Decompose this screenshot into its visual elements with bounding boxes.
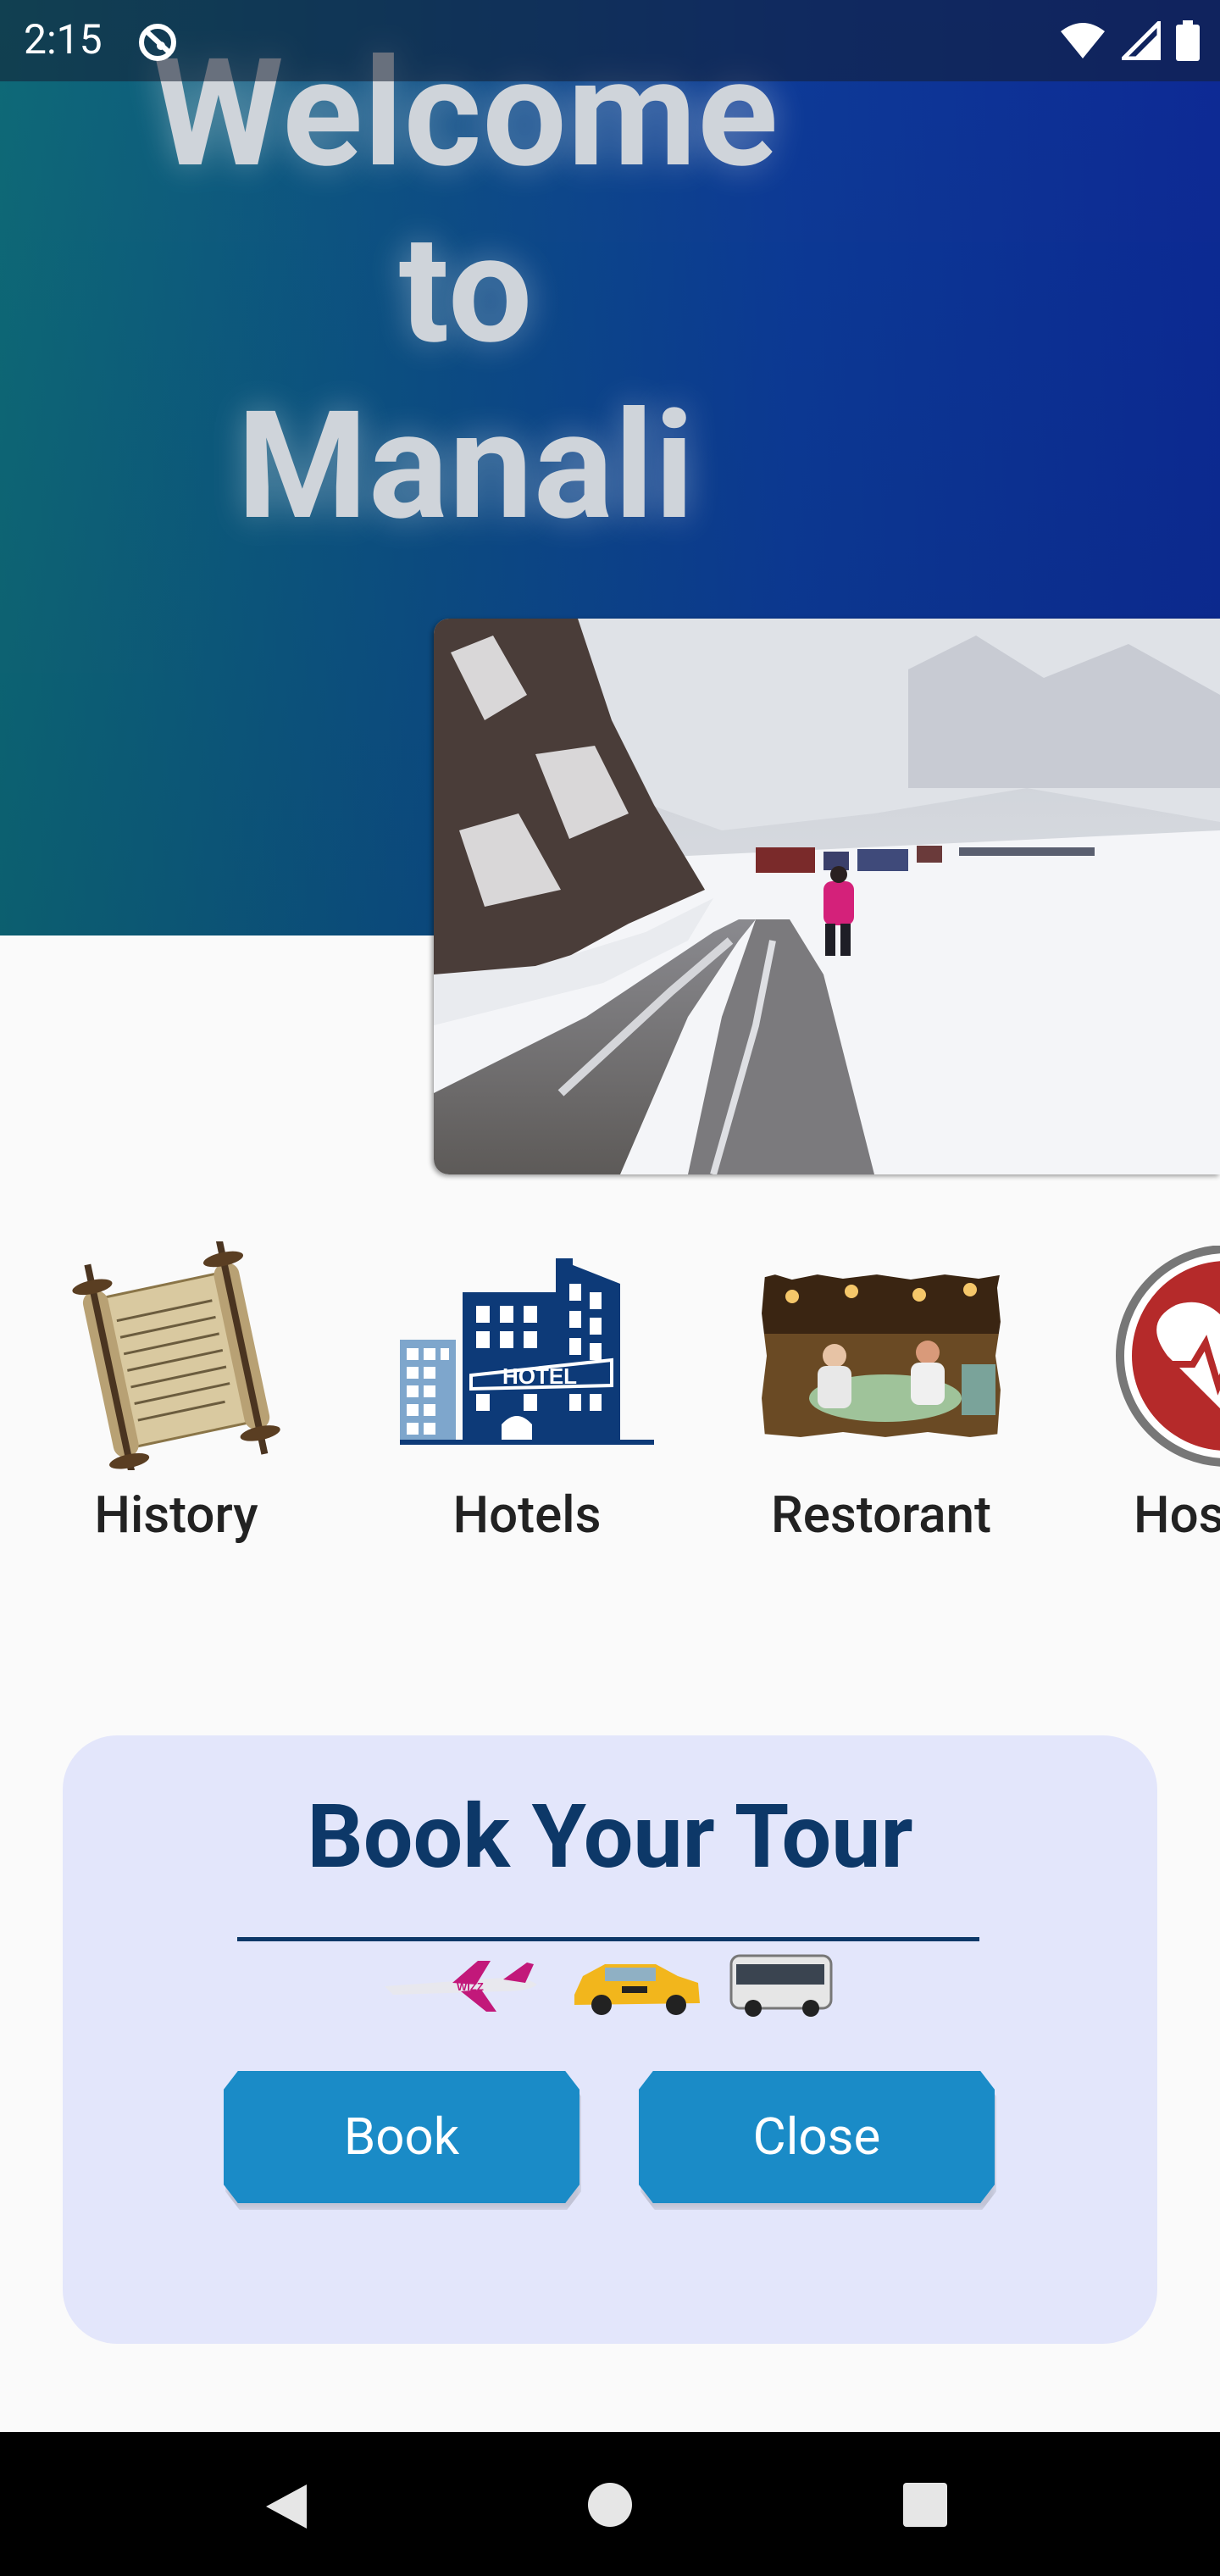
category-label: Hotels (452, 1485, 602, 1545)
category-row: History HOTEL Hotels Restorant Hos (0, 1241, 1220, 1568)
card-title: Book Your Tour (307, 1786, 913, 1889)
bus-icon (729, 1954, 833, 2017)
category-hospital[interactable]: Hos (1108, 1246, 1220, 1551)
back-icon[interactable] (263, 2481, 310, 2532)
home-icon[interactable] (586, 2481, 634, 2529)
hotel-icon: HOTEL (400, 1246, 654, 1466)
app-notification-icon (139, 24, 176, 61)
close-button[interactable]: Close (639, 2071, 995, 2203)
category-hotels[interactable]: HOTEL Hotels (400, 1246, 654, 1551)
restaurant-photo-icon (754, 1246, 1008, 1466)
battery-icon (1176, 20, 1200, 61)
status-bar: 2:15 (0, 0, 1220, 81)
welcome-line-3: Manali (236, 379, 696, 553)
category-label: History (94, 1485, 258, 1545)
hospital-heart-icon (1108, 1246, 1220, 1467)
welcome-line-2: to (398, 203, 534, 377)
hotel-sign-text: HOTEL (502, 1363, 577, 1389)
recents-icon[interactable] (903, 2483, 947, 2527)
category-label: Restorant (771, 1485, 991, 1545)
taxi-icon (574, 1964, 700, 2015)
status-time: 2:15 (24, 15, 103, 64)
manali-snow-photo (434, 619, 1220, 1174)
airplane-icon: WIZZ (385, 1961, 537, 2012)
wifi-icon (1061, 23, 1105, 58)
plane-livery-text: WIZZ (457, 1980, 484, 1993)
category-restorant[interactable]: Restorant (754, 1246, 1008, 1551)
transport-icons: WIZZ (385, 1954, 833, 2017)
category-history[interactable]: History (49, 1241, 303, 1551)
welcome-heading: Welcome to Manali (102, 25, 830, 554)
title-divider (237, 1937, 979, 1941)
signal-icon (1122, 21, 1161, 60)
navigation-bar (0, 2432, 1220, 2576)
book-button[interactable]: Book (224, 2071, 580, 2203)
category-label: Hos (1134, 1485, 1220, 1545)
book-tour-card: Book Your Tour WIZZ Book Close (63, 1735, 1157, 2344)
scroll-icon (49, 1241, 303, 1470)
